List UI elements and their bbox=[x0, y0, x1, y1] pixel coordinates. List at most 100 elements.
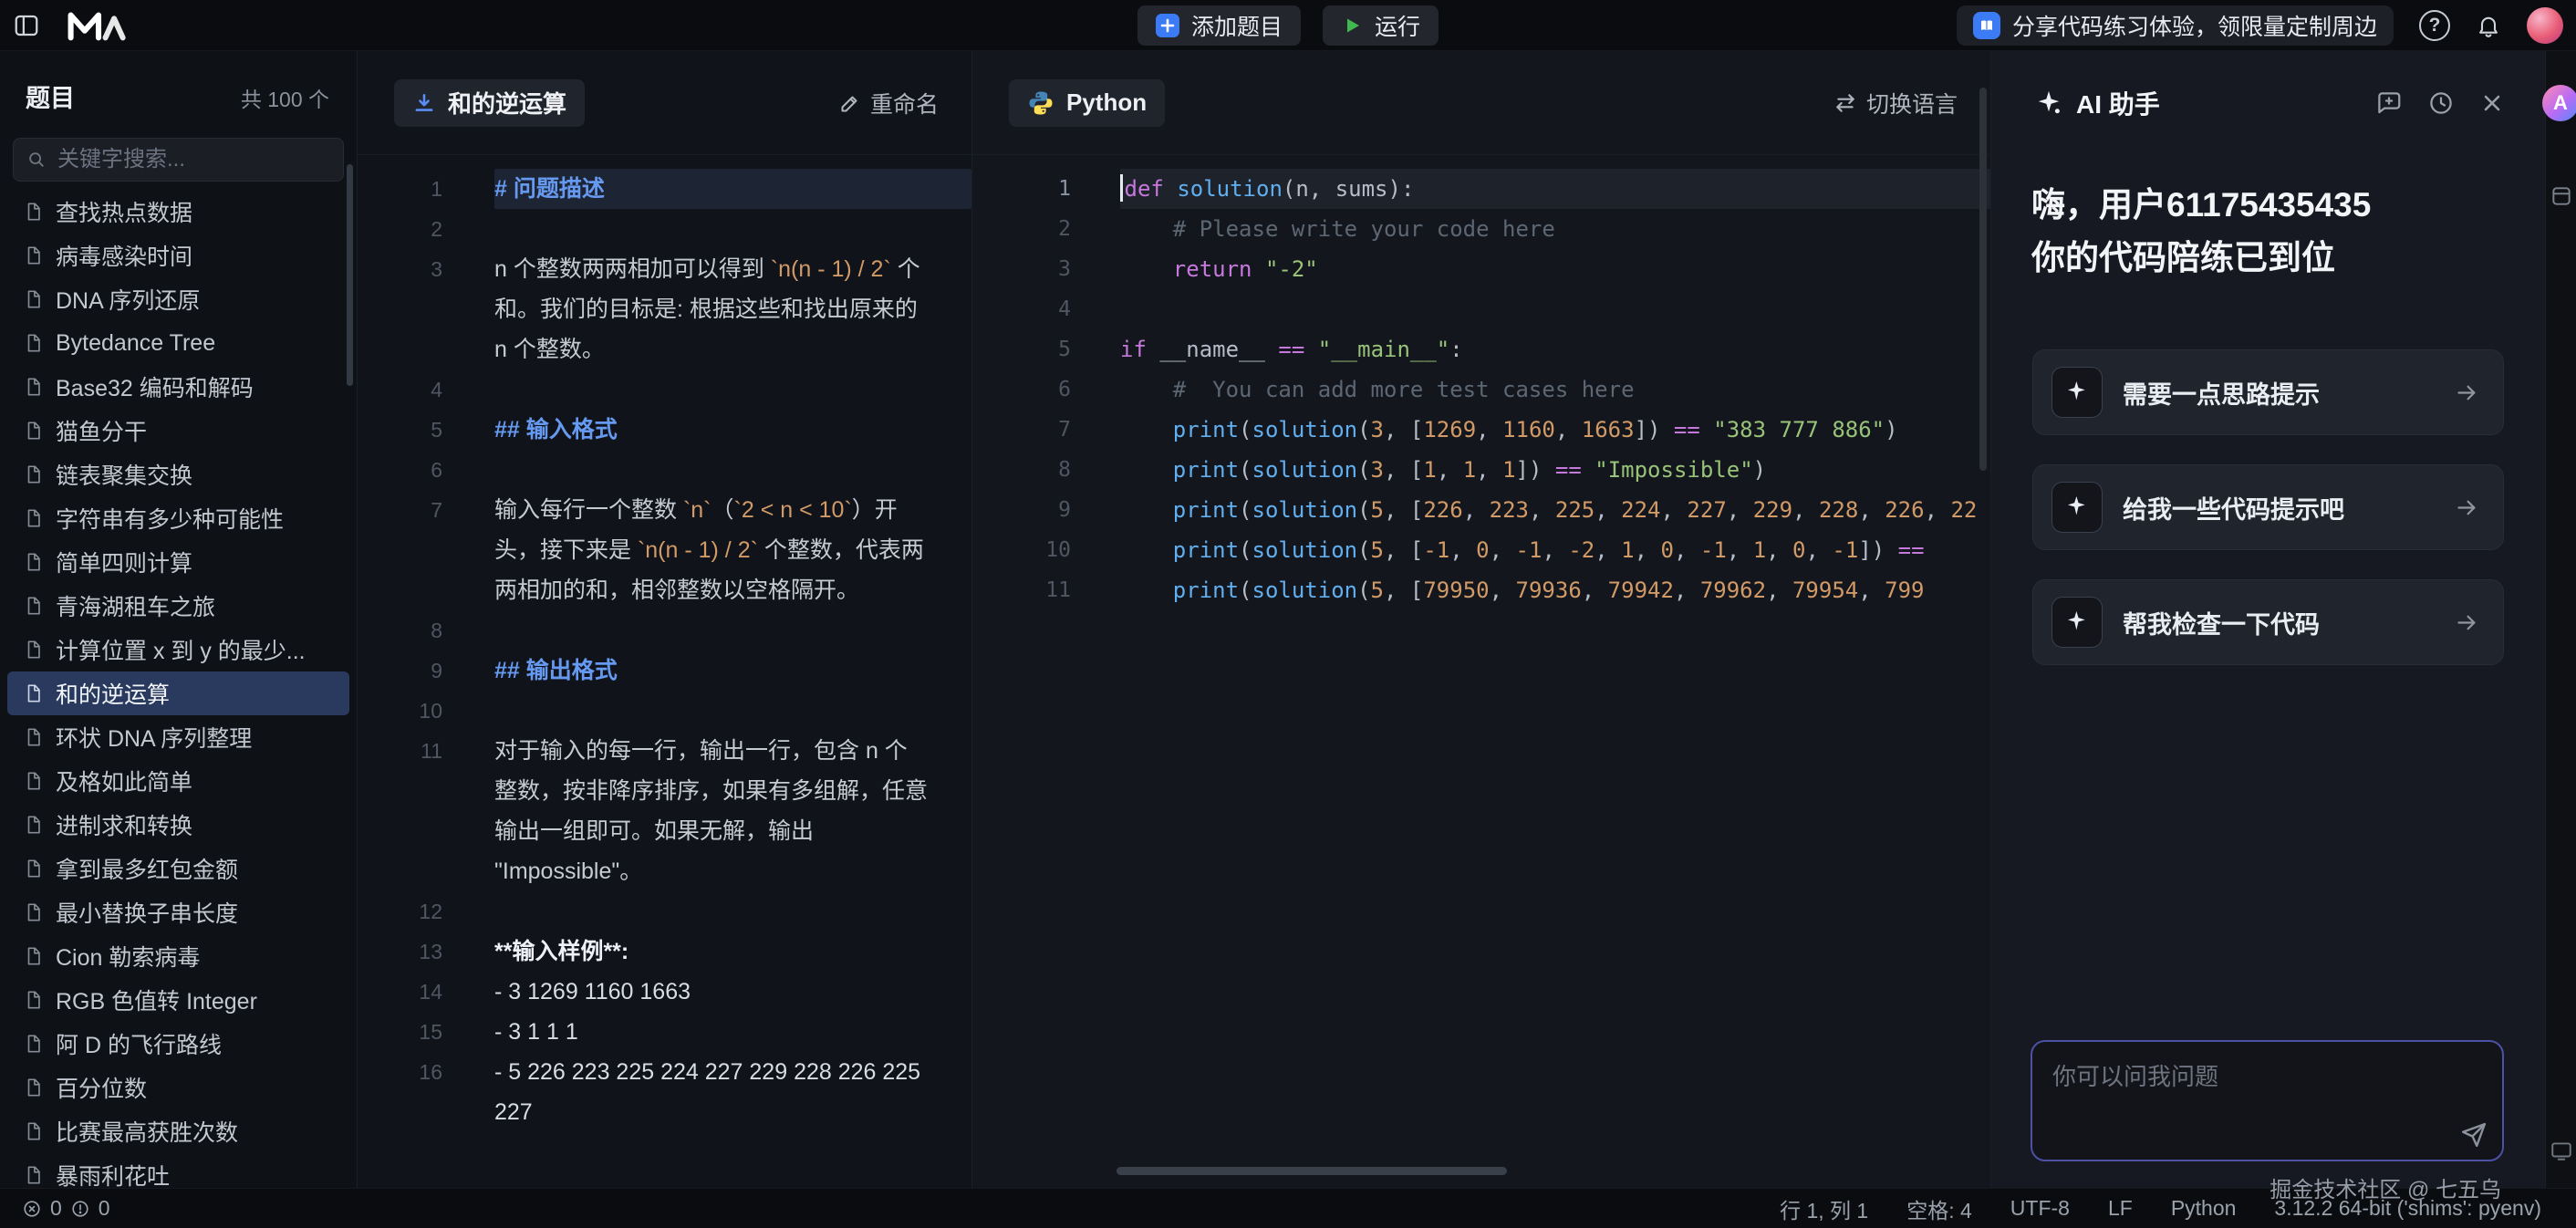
rail-panel-icon[interactable] bbox=[2550, 184, 2573, 208]
ai-suggestion-card[interactable]: 需要一点思路提示 bbox=[2032, 349, 2504, 435]
line-text: # 问题描述 bbox=[494, 169, 971, 209]
code-content[interactable]: 1 def solution(n, sums): 2 # Please writ… bbox=[972, 155, 1990, 610]
ai-question-input[interactable] bbox=[2052, 1058, 2482, 1124]
encoding[interactable]: UTF-8 bbox=[2010, 1196, 2070, 1221]
problem-list: 查找热点数据 病毒感染时间 DNA 序列还原 Bytedance Tree Ba… bbox=[0, 190, 357, 1188]
errors-count[interactable]: 0 bbox=[50, 1196, 62, 1221]
assistant-avatar-badge[interactable]: A bbox=[2542, 85, 2576, 121]
code-line: 6 # You can add more test cases here bbox=[972, 369, 1990, 410]
arrow-right-icon bbox=[2455, 495, 2479, 520]
list-item[interactable]: 百分位数 bbox=[0, 1066, 357, 1109]
warnings-count[interactable]: 0 bbox=[99, 1196, 110, 1221]
list-item[interactable]: 青海湖租车之旅 bbox=[0, 584, 357, 628]
list-item[interactable]: 计算位置 x 到 y 的最少... bbox=[0, 628, 357, 671]
problem-header: 和的逆运算 重命名 bbox=[358, 51, 971, 155]
add-problem-button[interactable]: 添加题目 bbox=[1137, 5, 1301, 46]
markdown-line: 7 输入每行一个整数 `n`（`2 < n < 10`）开头，接下来是 `n(n… bbox=[358, 490, 971, 610]
line-number: 13 bbox=[358, 931, 442, 972]
notifications-icon[interactable] bbox=[2476, 13, 2501, 38]
problem-item-label: 进制求和转换 bbox=[56, 808, 192, 841]
cursor-position[interactable]: 行 1, 列 1 bbox=[1780, 1193, 1868, 1224]
list-item[interactable]: 病毒感染时间 bbox=[0, 234, 357, 277]
document-icon bbox=[24, 815, 44, 835]
display-panel-icon[interactable] bbox=[2550, 1139, 2573, 1162]
line-number: 11 bbox=[972, 570, 1071, 610]
language-label: Python bbox=[1066, 88, 1147, 117]
line-text: **输入样例**: bbox=[494, 931, 971, 972]
line-text: 对于输入的每一行，输出一行，包含 n 个整数，按非降序排序，如果有多组解，任意输… bbox=[494, 731, 971, 891]
list-item[interactable]: 简单四则计算 bbox=[0, 540, 357, 584]
switch-language-button[interactable]: 切换语言 bbox=[1833, 87, 1958, 120]
list-item[interactable]: RGB 色值转 Integer bbox=[0, 978, 357, 1022]
help-icon[interactable]: ? bbox=[2419, 10, 2450, 41]
line-number: 10 bbox=[358, 691, 442, 731]
promo-banner[interactable]: 分享代码练习体验，领限量定制周边 bbox=[1957, 5, 2394, 46]
list-item[interactable]: Base32 编码和解码 bbox=[0, 365, 357, 409]
new-chat-icon[interactable] bbox=[2375, 89, 2403, 117]
problem-item-label: 和的逆运算 bbox=[56, 677, 170, 710]
line-number: 5 bbox=[358, 410, 442, 450]
document-icon bbox=[24, 421, 44, 441]
list-item[interactable]: 最小替换子串长度 bbox=[0, 890, 357, 934]
language-mode[interactable]: Python bbox=[2171, 1196, 2237, 1221]
ai-suggestion-card[interactable]: 帮我检查一下代码 bbox=[2032, 579, 2504, 665]
list-item[interactable]: 阿 D 的飞行路线 bbox=[0, 1022, 357, 1066]
document-icon bbox=[24, 1077, 44, 1098]
errors-icon[interactable] bbox=[22, 1199, 42, 1219]
document-icon bbox=[24, 946, 44, 966]
indentation[interactable]: 空格: 4 bbox=[1906, 1193, 1972, 1224]
document-icon bbox=[24, 377, 44, 397]
list-item[interactable]: 和的逆运算 bbox=[7, 671, 349, 715]
list-item[interactable]: DNA 序列还原 bbox=[0, 277, 357, 321]
list-item[interactable]: 猫鱼分干 bbox=[0, 409, 357, 453]
list-item[interactable]: 字符串有多少种可能性 bbox=[0, 496, 357, 540]
search-input[interactable] bbox=[57, 147, 340, 172]
sidebar-toggle-icon[interactable] bbox=[13, 12, 40, 39]
rename-button[interactable]: 重命名 bbox=[839, 87, 939, 120]
line-text: n 个整数两两相加可以得到 `n(n - 1) / 2` 个和。我们的目标是: … bbox=[494, 249, 971, 369]
code-line: 11 print(solution(5, [79950, 79936, 7994… bbox=[972, 570, 1990, 610]
problem-item-label: Base32 编码和解码 bbox=[56, 370, 254, 403]
list-item[interactable]: 进制求和转换 bbox=[0, 803, 357, 847]
line-number: 1 bbox=[358, 169, 442, 209]
editor-vertical-scrollbar[interactable] bbox=[1979, 88, 1987, 471]
code-line: 1 def solution(n, sums): bbox=[972, 169, 1990, 209]
list-item[interactable]: 查找热点数据 bbox=[0, 190, 357, 234]
code-line-text: print(solution(3, [1, 1, 1]) == "Impossi… bbox=[1120, 450, 1990, 490]
code-line-text: print(solution(5, [-1, 0, -1, -2, 1, 0, … bbox=[1120, 530, 1990, 570]
ai-input-box[interactable] bbox=[2031, 1040, 2504, 1161]
list-item[interactable]: 拿到最多红包金额 bbox=[0, 847, 357, 890]
search-box[interactable] bbox=[13, 138, 344, 182]
history-icon[interactable] bbox=[2427, 89, 2455, 117]
problem-content[interactable]: 1 # 问题描述 2 3 n 个整数两两相加可以得到 `n(n - 1) / 2… bbox=[358, 155, 971, 1132]
send-icon[interactable] bbox=[2460, 1121, 2488, 1149]
list-item[interactable]: 比赛最高获胜次数 bbox=[0, 1109, 357, 1153]
problem-item-label: Bytedance Tree bbox=[56, 330, 215, 357]
sidebar-scrollbar[interactable] bbox=[347, 164, 353, 386]
close-icon[interactable] bbox=[2479, 90, 2505, 116]
list-item[interactable]: 环状 DNA 序列整理 bbox=[0, 715, 357, 759]
document-icon bbox=[24, 859, 44, 879]
list-item[interactable]: 暴雨利花吐 bbox=[0, 1153, 357, 1188]
warnings-icon[interactable] bbox=[70, 1199, 90, 1219]
language-chip[interactable]: Python bbox=[1009, 79, 1165, 127]
problem-title-chip[interactable]: 和的逆运算 bbox=[394, 79, 585, 127]
arrow-right-icon bbox=[2455, 380, 2479, 405]
document-icon bbox=[24, 289, 44, 309]
app-logo-icon[interactable] bbox=[64, 8, 133, 43]
sparkle-icon bbox=[2051, 597, 2103, 648]
user-avatar[interactable] bbox=[2527, 7, 2563, 44]
community-watermark: 掘金技术社区 @ 七五乌 bbox=[2270, 1171, 2501, 1203]
list-item[interactable]: 链表聚集交换 bbox=[0, 453, 357, 496]
eol-sequence[interactable]: LF bbox=[2108, 1196, 2133, 1221]
list-item[interactable]: 及格如此简单 bbox=[0, 759, 357, 803]
add-problem-label: 添加题目 bbox=[1191, 9, 1283, 42]
editor-horizontal-scrollbar[interactable] bbox=[1117, 1167, 1507, 1175]
problem-item-label: 阿 D 的飞行路线 bbox=[56, 1027, 222, 1060]
list-item[interactable]: Bytedance Tree bbox=[0, 321, 357, 365]
run-button[interactable]: 运行 bbox=[1323, 5, 1439, 46]
list-item[interactable]: Cion 勒索病毒 bbox=[0, 934, 357, 978]
line-number: 7 bbox=[358, 490, 442, 610]
ai-suggestion-card[interactable]: 给我一些代码提示吧 bbox=[2032, 464, 2504, 550]
problem-title: 和的逆运算 bbox=[448, 86, 566, 120]
